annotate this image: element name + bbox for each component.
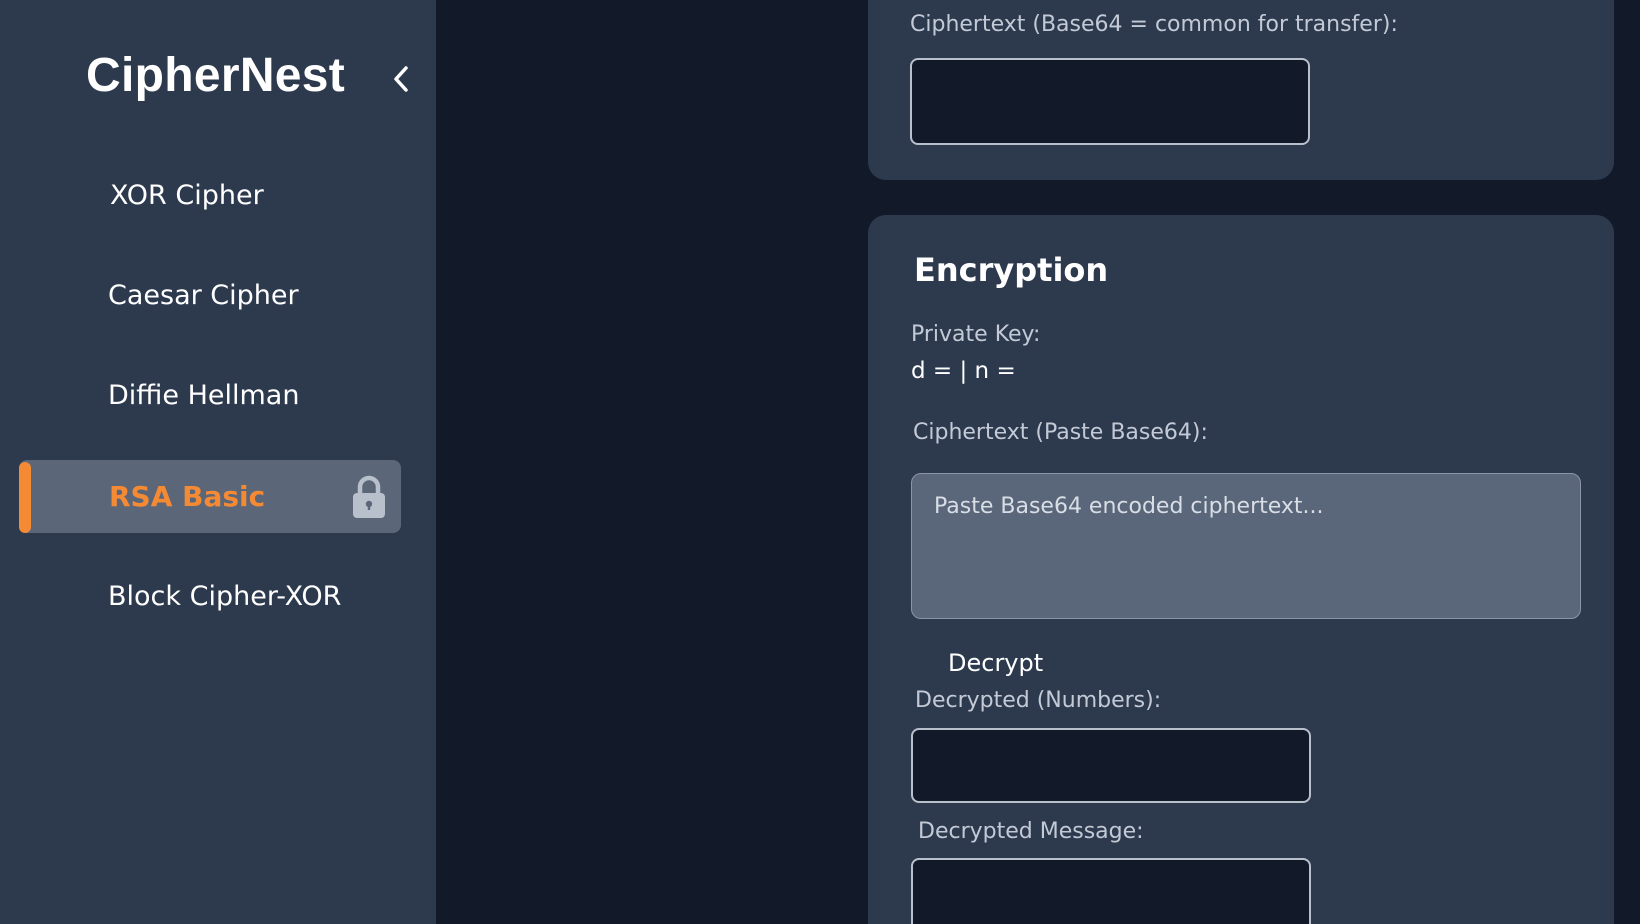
sidebar-item-label: Block Cipher-XOR <box>108 580 342 612</box>
active-indicator <box>19 462 31 533</box>
sidebar-item-label: Diffie Hellman <box>108 379 300 411</box>
brand-title: CipherNest <box>86 49 346 102</box>
sidebar-item-diffie-hellman[interactable]: Diffie Hellman <box>108 370 299 420</box>
chevron-left-icon <box>394 66 408 92</box>
encryption-output-card: Ciphertext (Base64 = common for transfer… <box>868 0 1614 180</box>
lock-icon <box>353 475 385 518</box>
sidebar-item-rsa-basic[interactable]: RSA Basic <box>19 460 401 533</box>
private-key-value: d = | n = <box>911 358 1016 384</box>
ciphertext-base64-label: Ciphertext (Base64 = common for transfer… <box>910 12 1398 37</box>
ciphertext-paste-label: Ciphertext (Paste Base64): <box>913 420 1208 445</box>
collapse-sidebar-button[interactable] <box>386 62 416 96</box>
app-root: CipherNest XOR Cipher Caesar Cipher Diff… <box>0 0 1640 924</box>
sidebar-item-xor-cipher[interactable]: XOR Cipher <box>110 170 264 220</box>
sidebar: CipherNest XOR Cipher Caesar Cipher Diff… <box>0 0 436 924</box>
sidebar-item-label: Caesar Cipher <box>108 279 299 311</box>
decrypted-numbers-output[interactable] <box>911 728 1311 803</box>
decrypted-numbers-label: Decrypted (Numbers): <box>915 688 1162 713</box>
ciphertext-input[interactable] <box>911 473 1581 619</box>
sidebar-item-label: RSA Basic <box>109 480 266 513</box>
ciphertext-base64-output[interactable] <box>910 58 1310 145</box>
sidebar-item-caesar-cipher[interactable]: Caesar Cipher <box>108 270 299 320</box>
section-title: Encryption <box>914 251 1109 289</box>
sidebar-item-block-cipher-xor[interactable]: Block Cipher-XOR <box>108 571 341 621</box>
sidebar-item-label: XOR Cipher <box>110 179 264 211</box>
decryption-card: Encryption Private Key: d = | n = Cipher… <box>868 215 1614 924</box>
private-key-label: Private Key: <box>911 322 1041 347</box>
decrypted-message-label: Decrypted Message: <box>918 819 1144 844</box>
decrypted-message-output[interactable] <box>911 858 1311 924</box>
decrypt-button[interactable]: Decrypt <box>948 649 1043 677</box>
